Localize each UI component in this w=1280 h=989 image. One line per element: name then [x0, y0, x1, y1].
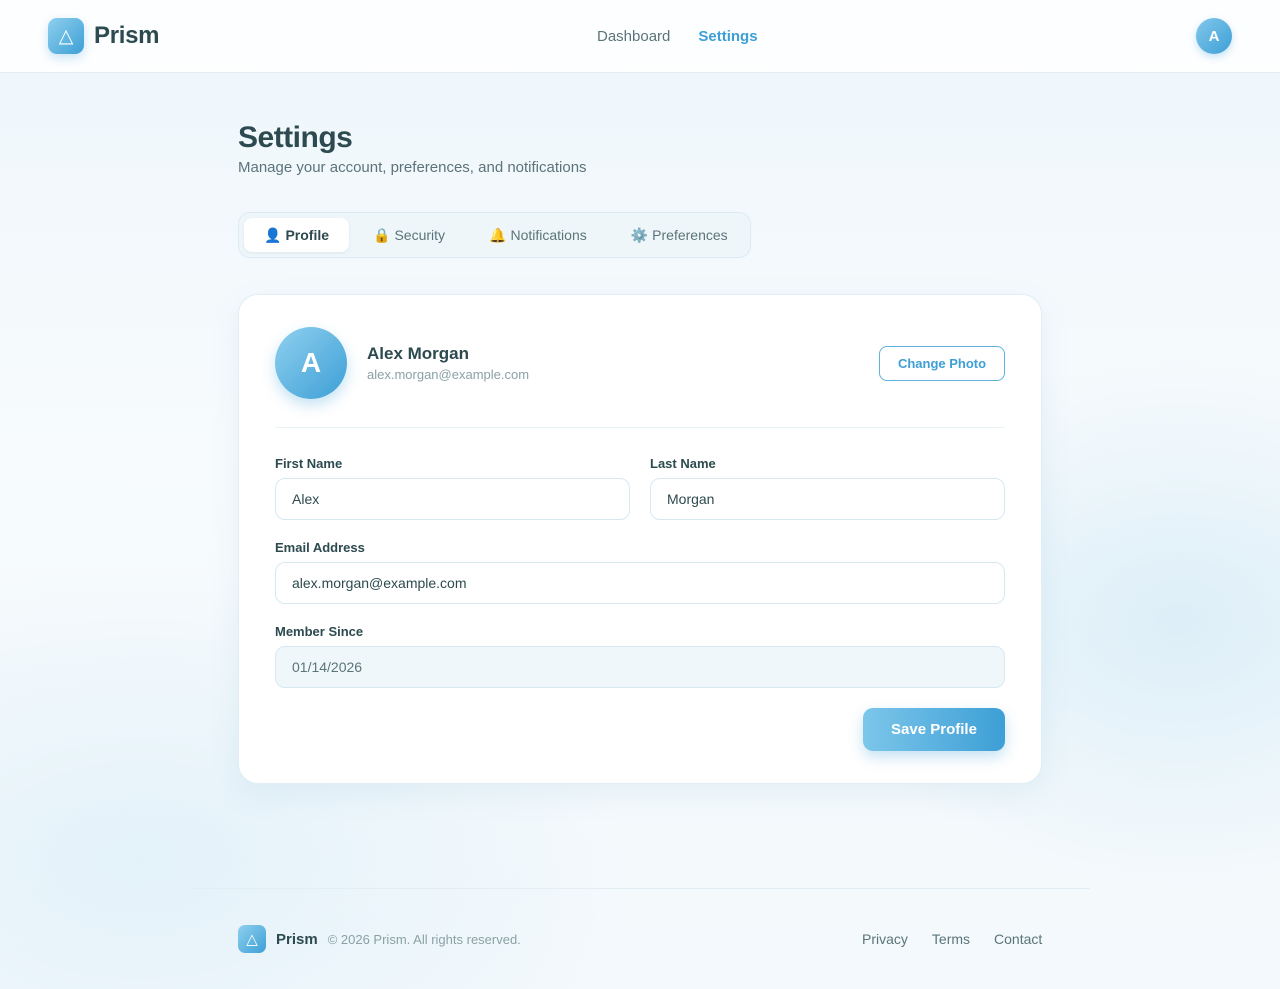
save-profile-button[interactable]: Save Profile	[863, 708, 1005, 751]
tab-label: Notifications	[510, 227, 587, 243]
tab-label: Security	[394, 227, 446, 243]
top-header: △ Prism Dashboard Settings A	[0, 0, 1280, 73]
page-title: Settings	[238, 121, 353, 154]
copyright-text: © 2026 Prism. All rights reserved.	[327, 931, 521, 947]
footer-links: Privacy Terms Contact	[862, 931, 1042, 947]
last-name-label: Last Name	[650, 456, 716, 471]
divider	[275, 427, 1005, 428]
gear-icon: ⚙️	[630, 226, 649, 243]
settings-tabs: 👤 Profile 🔒 Security 🔔 Notifications ⚙️ …	[238, 212, 751, 258]
footer-link-contact[interactable]: Contact	[994, 931, 1042, 947]
profile-card: A Alex Morgan alex.morgan@example.com Ch…	[238, 294, 1042, 784]
footer-divider	[190, 888, 1090, 889]
prism-logo-icon: △	[238, 925, 266, 953]
change-photo-button[interactable]: Change Photo	[879, 346, 1005, 381]
member-since-label: Member Since	[275, 624, 364, 639]
prism-logo-icon: △	[48, 18, 84, 54]
brand[interactable]: △ Prism	[48, 18, 160, 54]
nav-settings[interactable]: Settings	[698, 28, 757, 45]
footer-brand: △ Prism © 2026 Prism. All rights reserve…	[238, 925, 521, 953]
profile-name: Alex Morgan	[367, 344, 470, 363]
bell-icon: 🔔	[489, 226, 507, 243]
footer-link-privacy[interactable]: Privacy	[862, 931, 908, 947]
profile-avatar: A	[275, 327, 347, 399]
page-subtitle: Manage your account, preferences, and no…	[238, 159, 587, 176]
first-name-label: First Name	[275, 456, 343, 471]
tab-label: Preferences	[652, 227, 728, 243]
tab-preferences[interactable]: ⚙️ Preferences	[611, 218, 748, 252]
footer-link-terms[interactable]: Terms	[932, 931, 970, 947]
tab-security[interactable]: 🔒 Security	[353, 218, 465, 252]
tab-label: Profile	[285, 227, 330, 243]
profile-email: alex.morgan@example.com	[367, 367, 530, 382]
footer-brand-name: Prism	[276, 930, 318, 948]
member-since-field	[275, 646, 1005, 688]
user-avatar-button[interactable]: A	[1196, 18, 1232, 54]
nav-dashboard[interactable]: Dashboard	[597, 28, 670, 45]
first-name-input[interactable]	[275, 478, 630, 520]
brand-name: Prism	[94, 22, 160, 49]
top-nav: Dashboard Settings	[597, 28, 786, 45]
tab-notifications[interactable]: 🔔 Notifications	[469, 218, 607, 252]
email-label: Email Address	[275, 540, 365, 555]
tab-profile[interactable]: 👤 Profile	[244, 218, 350, 252]
email-input[interactable]	[275, 562, 1005, 604]
last-name-input[interactable]	[650, 478, 1005, 520]
user-icon: 👤	[264, 226, 282, 243]
lock-icon: 🔒	[373, 226, 391, 243]
